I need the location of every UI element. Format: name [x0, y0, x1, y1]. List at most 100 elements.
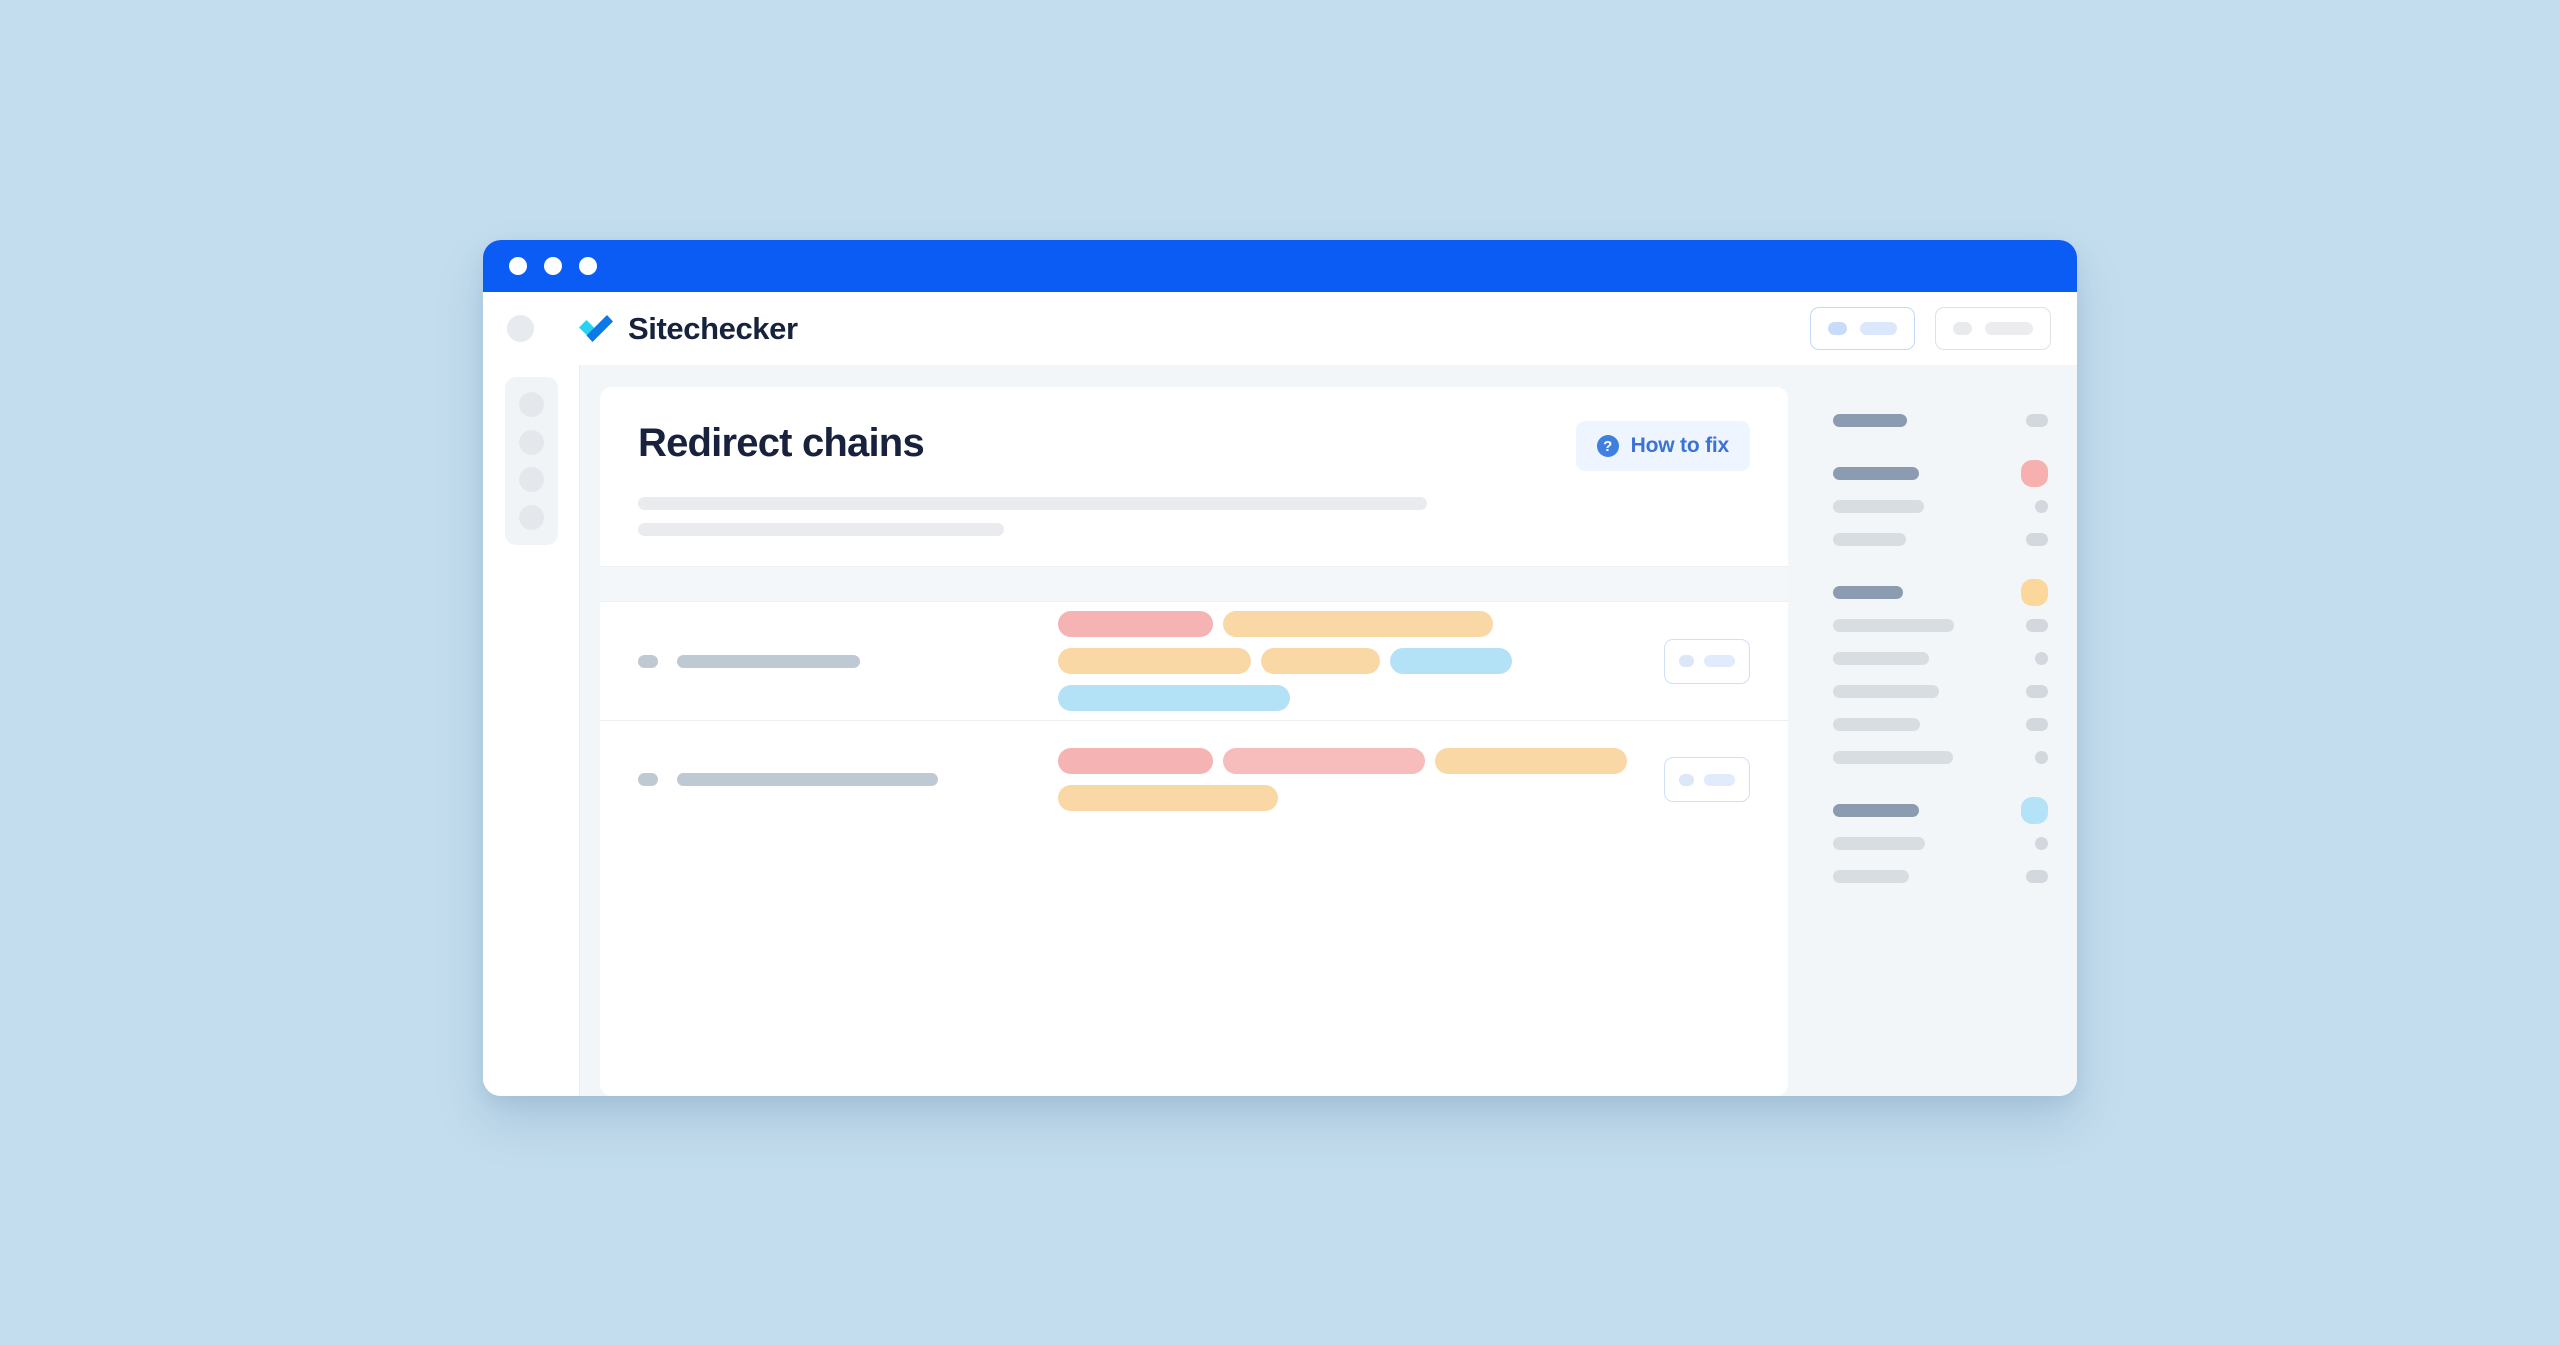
count-badge [2026, 413, 2048, 427]
how-to-fix-label: How to fix [1630, 434, 1730, 457]
secondary-action-button[interactable] [1935, 307, 2051, 350]
status-chip [1435, 748, 1627, 774]
group-heading[interactable] [1833, 796, 2048, 824]
summary-item-label [1833, 618, 1954, 632]
maximize-dot[interactable] [579, 257, 597, 275]
summary-item[interactable] [1833, 612, 2048, 638]
brand-logo-group[interactable]: Sitechecker [578, 311, 798, 347]
summary-item[interactable] [1833, 711, 2048, 737]
subtitle-line-2 [638, 523, 1004, 536]
summary-item[interactable] [1833, 830, 2048, 856]
page-title: Redirect chains [638, 421, 925, 465]
status-chip [1223, 748, 1425, 774]
count-badge [2026, 532, 2048, 546]
status-chip [1058, 685, 1290, 711]
summary-item[interactable] [1833, 526, 2048, 552]
group-heading-label [1833, 466, 1919, 480]
summary-item-label [1833, 499, 1924, 513]
summary-item[interactable] [1833, 863, 2048, 889]
status-chip [1261, 648, 1380, 674]
button-label-placeholder [1704, 773, 1735, 786]
primary-action-button[interactable] [1810, 307, 1915, 350]
group-heading[interactable] [1833, 578, 2048, 606]
summary-item[interactable] [1833, 678, 2048, 704]
summary-item[interactable] [1833, 744, 2048, 770]
count-badge [2035, 499, 2048, 513]
button-label-placeholder [1704, 655, 1735, 667]
header-actions [1810, 307, 2051, 350]
sidebar-item-1-icon[interactable] [518, 392, 544, 418]
sidebar-item-2-icon[interactable] [518, 429, 544, 455]
summary-item[interactable] [1833, 645, 2048, 671]
app-header: Sitechecker [483, 292, 2077, 365]
table-header-strip [600, 566, 1788, 602]
sidebar-item-4-icon[interactable] [518, 504, 544, 530]
main-content: Redirect chains ? How to fix [580, 365, 1808, 1096]
group-heading-label [1833, 585, 1903, 599]
redirect-chain-row-1[interactable] [600, 602, 1788, 720]
count-badge [2035, 750, 2048, 764]
summary-group-4 [1833, 796, 2048, 889]
question-mark-icon: ? [1596, 435, 1619, 457]
row-action-button[interactable] [1664, 638, 1750, 684]
brand-name: Sitechecker [628, 310, 798, 346]
sidebar-item-3-icon[interactable] [518, 467, 544, 493]
summary-item-label [1833, 684, 1939, 698]
row-url-cell [638, 654, 938, 668]
summary-item-label [1833, 532, 1906, 546]
group-heading-label [1833, 803, 1919, 817]
row-action-button[interactable] [1664, 757, 1750, 802]
group-heading[interactable] [1833, 407, 2048, 433]
button-icon-placeholder [1679, 655, 1694, 667]
status-chip [1058, 785, 1278, 811]
status-chip [1390, 648, 1512, 674]
close-dot[interactable] [509, 257, 527, 275]
row-action-cell [1630, 638, 1750, 684]
browser-window: Sitechecker Redirect chains ? How to fix [483, 240, 2077, 1096]
row-url-placeholder [677, 654, 860, 668]
status-badge-warning [2021, 578, 2048, 606]
summary-item[interactable] [1833, 493, 2048, 519]
count-badge [2026, 618, 2048, 632]
card-header: Redirect chains ? How to fix [600, 387, 1788, 566]
summary-item-label [1833, 717, 1920, 731]
summary-item-label [1833, 750, 1953, 764]
status-badge-error [2021, 459, 2048, 487]
content-card: Redirect chains ? How to fix [600, 387, 1788, 1096]
count-badge [2026, 869, 2048, 883]
row-url-placeholder [677, 773, 938, 786]
subtitle-placeholder [638, 497, 1750, 536]
count-badge [2035, 651, 2048, 665]
row-status-chips [938, 748, 1630, 811]
subtitle-line-1 [638, 497, 1427, 510]
summary-item-label [1833, 651, 1929, 665]
status-chip [1058, 748, 1213, 774]
count-badge [2026, 684, 2048, 698]
status-badge-info [2021, 796, 2048, 824]
status-chip [1058, 648, 1251, 674]
redirect-chain-table [600, 602, 1788, 1096]
redirect-chain-row-2[interactable] [600, 720, 1788, 838]
button-icon-placeholder [1828, 322, 1847, 335]
how-to-fix-button[interactable]: ? How to fix [1575, 421, 1750, 471]
minimize-dot[interactable] [544, 257, 562, 275]
button-label-placeholder [1985, 322, 2033, 335]
summary-item-label [1833, 836, 1925, 850]
sitechecker-check-logo [579, 314, 613, 342]
count-badge [2026, 717, 2048, 731]
card-header-top: Redirect chains ? How to fix [638, 421, 1750, 471]
window-titlebar [483, 240, 2077, 292]
button-icon-placeholder [1679, 773, 1694, 786]
summary-group-2 [1833, 459, 2048, 552]
row-action-cell [1630, 757, 1750, 802]
left-sidebar [483, 365, 580, 1096]
button-icon-placeholder [1953, 322, 1972, 335]
summary-item-label [1833, 869, 1909, 883]
status-chip [1223, 611, 1493, 637]
status-chip [1058, 611, 1213, 637]
row-status-chips [938, 611, 1630, 711]
avatar[interactable] [507, 315, 534, 342]
group-heading-label [1833, 413, 1907, 427]
row-url-cell [638, 773, 938, 786]
group-heading[interactable] [1833, 459, 2048, 487]
